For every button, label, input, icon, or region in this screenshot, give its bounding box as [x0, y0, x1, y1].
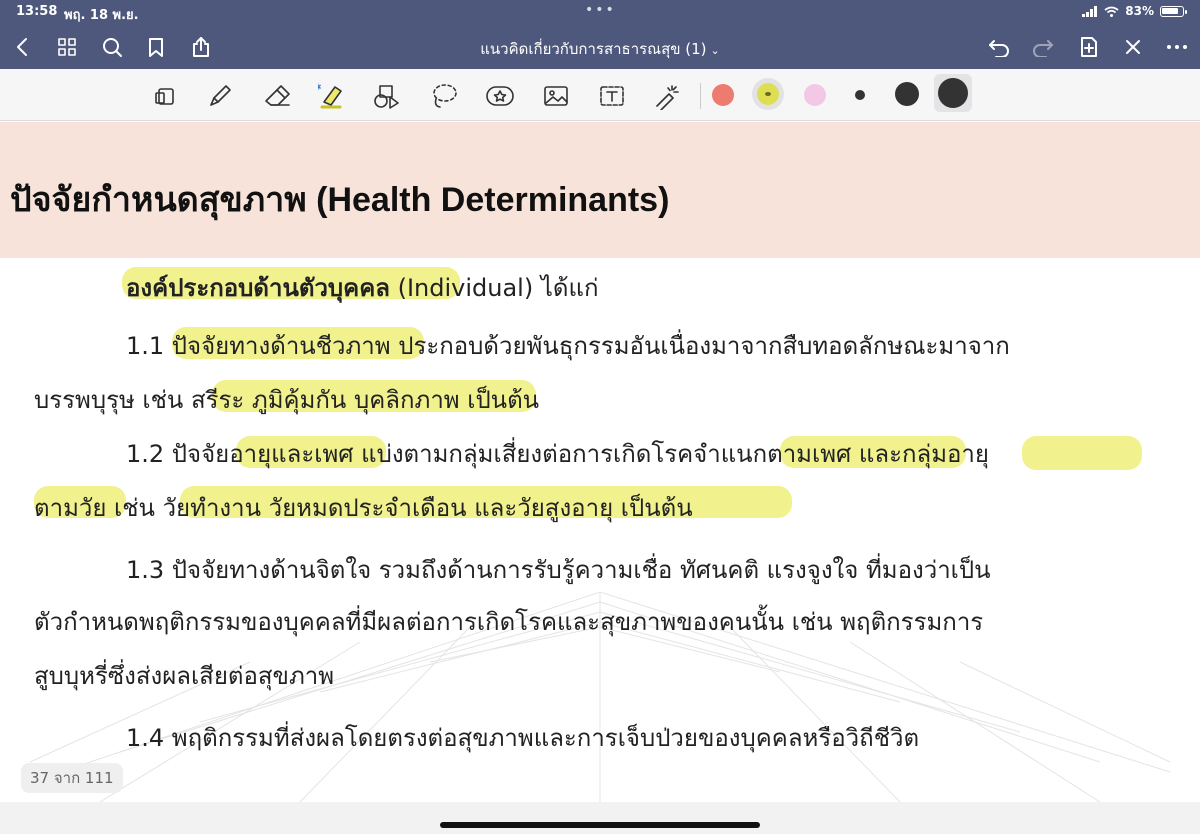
search-icon[interactable] [100, 34, 124, 60]
heading-english: (Health Determinants) [306, 181, 670, 219]
page-counter[interactable]: 37 จาก 111 [21, 763, 123, 793]
battery-icon [1160, 5, 1187, 17]
paragraph-1-3-line-2: ตัวกำหนดพฤติกรรมของบุคคลที่มีผลต่อการเกิ… [34, 608, 984, 636]
wifi-icon [1104, 6, 1119, 17]
paragraph-1-4: 1.4 พฤติกรรมที่ส่งผลโดยตรงต่อสุขภาพและกา… [126, 724, 920, 752]
eraser-icon[interactable] [262, 81, 292, 111]
heading-band: ปัจจัยกำหนดสุขภาพ (Health Determinants) [0, 122, 1200, 258]
size-large-selected-box[interactable] [934, 74, 972, 112]
document-title-text: แนวคิดเกี่ยวกับการสาธารณสุข (1) [480, 40, 707, 58]
paragraph-1-3-line-3: สูบบุหรี่ซึ่งส่งผลเสียต่อสุขภาพ [34, 662, 335, 690]
laser-icon[interactable] [653, 81, 683, 111]
document-title[interactable]: แนวคิดเกี่ยวกับการสาธารณสุข (1) ⌄ [420, 37, 780, 61]
annotation-toolbar: ✱ [0, 69, 1200, 121]
paragraph-1-3-line-1: 1.3 ปัจจัยทางด้านจิตใจ รวมถึงด้านการรับร… [126, 556, 991, 584]
shapes-icon[interactable] [372, 81, 402, 111]
size-medium-swatch[interactable] [895, 82, 919, 106]
signal-icon [1082, 5, 1098, 17]
back-icon[interactable] [12, 34, 32, 60]
top-bar: 13:58 พฤ. 18 พ.ย. ••• 83% แนวคิดเกี่ยวกั… [0, 0, 1200, 69]
more-icon[interactable] [1164, 34, 1190, 60]
highlighter-icon[interactable]: ✱ [318, 81, 348, 111]
size-small-swatch[interactable] [855, 90, 865, 100]
grid-icon[interactable] [56, 34, 78, 60]
page-heading: ปัจจัยกำหนดสุขภาพ (Health Determinants) [10, 172, 669, 226]
heading-thai: ปัจจัยกำหนดสุขภาพ [10, 181, 307, 219]
image-icon[interactable] [541, 81, 571, 111]
add-page-icon[interactable] [1077, 34, 1101, 60]
line-individual: องค์ประกอบด้านตัวบุคคล (Individual) ได้แ… [126, 268, 599, 307]
text-icon[interactable] [597, 81, 627, 111]
document-page[interactable]: ปัจจัยกำหนดสุขภาพ (Health Determinants) … [0, 122, 1200, 802]
share-icon[interactable] [190, 34, 212, 60]
undo-icon[interactable] [986, 34, 1012, 60]
selected-marker-icon [765, 92, 771, 96]
color-yellow-swatch-selected[interactable] [752, 78, 784, 110]
home-indicator[interactable] [440, 822, 760, 828]
lasso-icon[interactable] [429, 81, 459, 111]
battery-percent: 83% [1125, 4, 1154, 18]
paragraph-1-1-line-1: 1.1 ปัจจัยทางด้านชีวภาพ ประกอบด้วยพันธุก… [126, 332, 1010, 360]
status-indicators: 83% [1082, 4, 1187, 18]
bookmark-icon[interactable] [146, 34, 166, 60]
color-pink-swatch[interactable] [804, 84, 826, 106]
svg-text:✱: ✱ [318, 83, 322, 93]
sticker-icon[interactable] [485, 81, 515, 111]
color-red-swatch[interactable] [712, 84, 734, 106]
status-date: พฤ. 18 พ.ย. [64, 8, 139, 23]
individual-label: องค์ประกอบด้านตัวบุคคล [126, 274, 390, 302]
bottom-area [0, 802, 1200, 834]
pen-icon[interactable] [205, 81, 235, 111]
multitask-dots-icon[interactable]: ••• [585, 2, 616, 18]
highlight-stroke [1022, 436, 1142, 470]
chevron-down-icon: ⌄ [710, 44, 720, 57]
paragraph-1-2-line-2: ตามวัย เช่น วัยทำงาน วัยหมดประจำเดือน แล… [34, 494, 693, 522]
close-icon[interactable] [1122, 34, 1144, 60]
status-time: 13:58 [16, 4, 58, 19]
individual-rest: (Individual) ได้แก่ [389, 274, 599, 302]
paragraph-1-1-line-2: บรรพบุรุษ เช่น สรีระ ภูมิคุ้มกัน บุคลิกภ… [34, 386, 540, 414]
redo-icon[interactable] [1030, 34, 1056, 60]
paragraph-1-2-line-1: 1.2 ปัจจัยอายุและเพศ แบ่งตามกลุ่มเสี่ยงต… [126, 440, 989, 468]
reading-mode-icon[interactable] [150, 81, 180, 111]
toolbar-divider [700, 83, 701, 109]
size-large-swatch [938, 78, 968, 108]
